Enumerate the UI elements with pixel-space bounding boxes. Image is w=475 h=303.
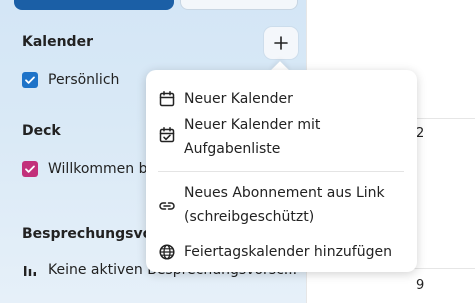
menu-item-holiday-calendar[interactable]: Feiertagskalender hinzufügen	[146, 236, 417, 270]
menu-item-line2: (schreibgeschützt)	[184, 209, 315, 225]
menu-item-line2: Aufgabenliste	[184, 141, 281, 157]
deck-checkbox[interactable]	[22, 161, 38, 177]
calendar-check-icon	[159, 127, 175, 143]
link-icon	[159, 202, 175, 210]
plus-icon	[274, 36, 288, 50]
new-event-button[interactable]	[14, 0, 174, 10]
day-number[interactable]: 2	[416, 126, 424, 141]
globe-icon	[159, 244, 175, 260]
deck-item-label: Willkommen be	[48, 161, 157, 177]
deck-section-title: Deck	[22, 123, 61, 139]
menu-item-line1: Feiertagskalender hinzufügen	[184, 244, 392, 260]
checkmark-icon	[25, 165, 35, 173]
menu-item-line1: Neuer Kalender mit	[184, 117, 321, 133]
today-button[interactable]	[180, 0, 298, 10]
add-calendar-button[interactable]	[264, 27, 298, 59]
calendars-section-title: Kalender	[22, 34, 93, 50]
calendar-item-personal[interactable]: Persönlich	[22, 72, 119, 88]
menu-item-label: Neues Abonnement aus Link (schreibgeschü…	[184, 181, 409, 229]
menu-item-line1: Neues Abonnement aus Link	[184, 185, 385, 201]
menu-item-label: Feiertagskalender hinzufügen	[184, 240, 409, 264]
day-number[interactable]: 9	[416, 278, 424, 293]
deck-item-welcome[interactable]: Willkommen be	[22, 161, 156, 177]
calendar-item-label: Persönlich	[48, 72, 120, 88]
menu-item-label: Neuer Kalender	[184, 87, 409, 111]
create-calendar-menu: Neuer Kalender Neuer Kalender mit Aufgab…	[146, 70, 417, 272]
menu-item-subscribe-link[interactable]: Neues Abonnement aus Link (schreibgeschü…	[146, 180, 417, 235]
checkmark-icon	[25, 76, 35, 84]
menu-separator	[158, 171, 404, 172]
calendar-icon	[159, 91, 175, 107]
menu-item-line1: Neuer Kalender	[184, 91, 293, 107]
calendar-checkbox[interactable]	[22, 72, 38, 88]
menu-item-new-calendar-with-tasks[interactable]: Neuer Kalender mit Aufgabenliste	[146, 112, 417, 167]
menu-item-new-calendar[interactable]: Neuer Kalender	[146, 78, 417, 112]
menu-item-label: Neuer Kalender mit Aufgabenliste	[184, 113, 409, 161]
bar-chart-icon	[24, 266, 36, 276]
